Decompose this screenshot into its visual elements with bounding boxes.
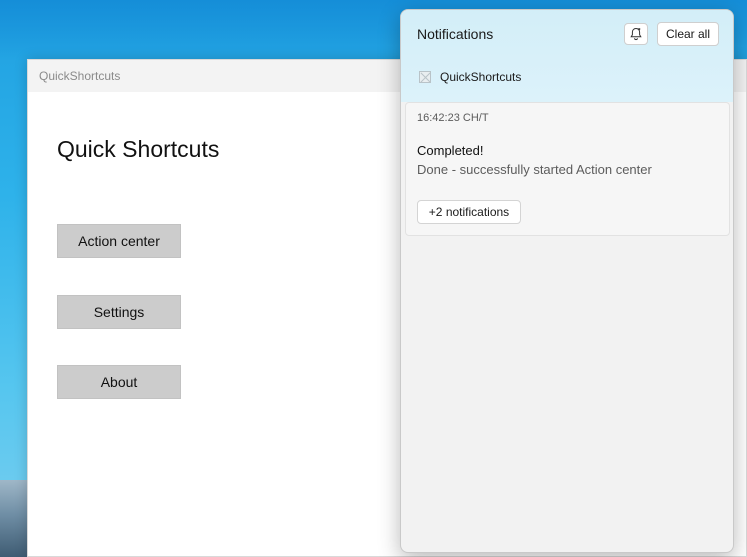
focus-assist-button[interactable] (624, 23, 648, 45)
more-notifications-button[interactable]: +2 notifications (417, 200, 521, 224)
action-center-button[interactable]: Action center (57, 224, 181, 258)
bell-settings-icon (630, 27, 642, 41)
notification-card[interactable]: 16:42:23 CH/T Completed! Done - successf… (405, 102, 730, 236)
notification-title: Completed! (417, 143, 484, 158)
clear-all-button[interactable]: Clear all (657, 22, 719, 46)
wallpaper-rock (0, 480, 30, 557)
page-title: Quick Shortcuts (57, 136, 220, 162)
notification-body: Done - successfully started Action cente… (417, 162, 652, 177)
notification-header: Notifications Clear all QuickShortcuts (401, 10, 733, 102)
broken-image-icon (419, 71, 431, 83)
window-title: QuickShortcuts (39, 69, 121, 83)
notification-timestamp: 16:42:23 CH/T (417, 112, 489, 124)
notification-center: Notifications Clear all QuickShortcuts 1… (400, 9, 734, 553)
notification-panel-title: Notifications (417, 26, 494, 42)
settings-button[interactable]: Settings (57, 295, 181, 329)
notification-group-app-name: QuickShortcuts (440, 70, 522, 84)
about-button[interactable]: About (57, 365, 181, 399)
